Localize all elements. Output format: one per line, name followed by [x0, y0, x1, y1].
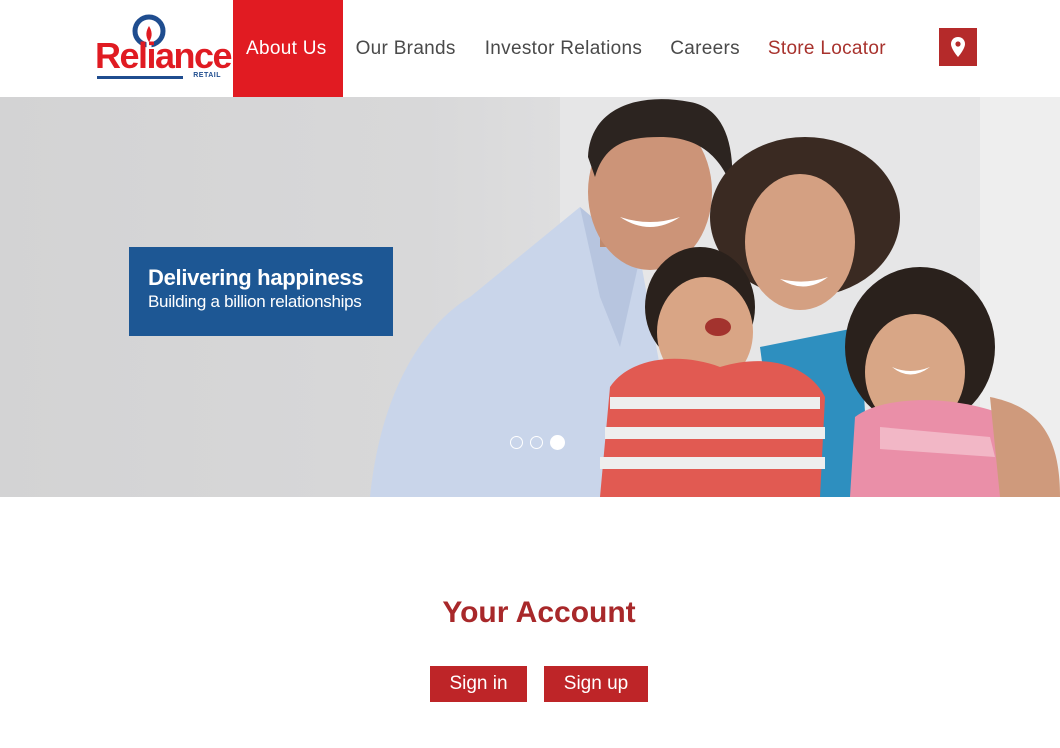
- hero-slider: Delivering happiness Building a billion …: [0, 97, 1060, 497]
- logo-subtitle: RETAIL: [193, 72, 221, 79]
- slider-dots: [510, 435, 565, 450]
- logo-wordmark: Reliance: [95, 35, 233, 76]
- hero-caption: Delivering happiness Building a billion …: [129, 247, 393, 336]
- account-buttons: Sign in Sign up: [430, 666, 648, 702]
- nav-careers[interactable]: Careers: [656, 0, 754, 97]
- sign-in-button[interactable]: Sign in: [430, 666, 527, 702]
- nav-about-us[interactable]: About Us: [233, 0, 343, 97]
- logo-underline: [97, 76, 183, 79]
- slider-dot-active[interactable]: [550, 435, 565, 450]
- reliance-retail-logo[interactable]: Reliance RETAIL: [95, 14, 233, 82]
- store-locator-button[interactable]: [939, 28, 977, 66]
- site-header: Reliance RETAIL About Us Our Brands Inve…: [0, 0, 1060, 97]
- slider-dot[interactable]: [530, 436, 543, 449]
- account-title: Your Account: [442, 596, 636, 629]
- nav-investor-relations[interactable]: Investor Relations: [471, 0, 656, 97]
- nav-our-brands[interactable]: Our Brands: [343, 0, 471, 97]
- hero-subtitle: Building a billion relationships: [148, 292, 362, 311]
- hero-title: Delivering happiness: [148, 265, 364, 290]
- sign-up-button[interactable]: Sign up: [544, 666, 648, 702]
- main-nav: About Us Our Brands Investor Relations C…: [233, 0, 900, 97]
- nav-store-locator[interactable]: Store Locator: [754, 0, 900, 97]
- slider-dot[interactable]: [510, 436, 523, 449]
- map-pin-icon: [951, 37, 965, 57]
